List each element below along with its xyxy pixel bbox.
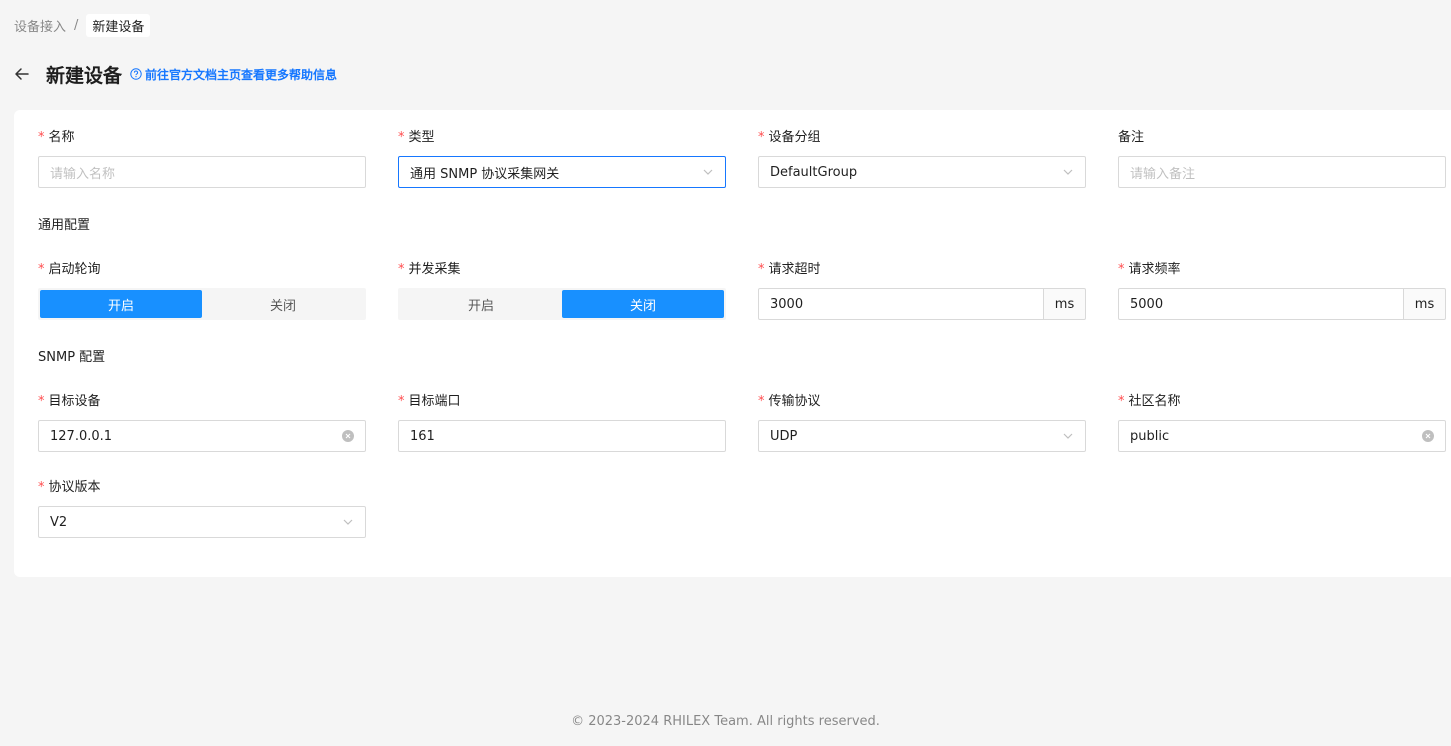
chevron-down-icon	[342, 516, 354, 528]
frequency-input[interactable]: 5000	[1118, 288, 1404, 320]
snmp-config-title: SNMP 配置	[38, 350, 106, 365]
auto-poll-on-option[interactable]: 开启	[40, 290, 202, 318]
parallel-on-option[interactable]: 开启	[400, 290, 562, 318]
clear-icon[interactable]	[342, 430, 354, 442]
help-doc-link[interactable]: 前往官方文档主页查看更多帮助信息	[130, 66, 337, 83]
group-value: DefaultGroup	[770, 164, 858, 180]
community-label: 社区名称	[1128, 394, 1181, 409]
timeout-label: 请求超时	[768, 262, 821, 277]
breadcrumb-parent[interactable]: 设备接入	[14, 16, 66, 35]
community-input[interactable]: public	[1118, 420, 1446, 452]
name-placeholder: 请输入名称	[50, 166, 116, 182]
port-value: 161	[410, 428, 435, 444]
remark-label: 备注	[1118, 130, 1145, 145]
frequency-value: 5000	[1130, 296, 1164, 312]
frequency-label: 请求频率	[1128, 262, 1181, 277]
port-field: * 目标端口 161	[398, 392, 726, 452]
community-value: public	[1130, 428, 1170, 444]
breadcrumb-separator: /	[74, 18, 79, 33]
version-label: 协议版本	[48, 480, 101, 495]
chevron-down-icon	[1062, 430, 1074, 442]
clear-icon[interactable]	[1422, 430, 1434, 442]
transport-label: 传输协议	[768, 394, 821, 409]
community-field: * 社区名称 public	[1118, 392, 1446, 452]
version-select[interactable]: V2	[38, 506, 366, 538]
timeout-unit: ms	[1044, 288, 1086, 320]
remark-input[interactable]: 请输入备注	[1118, 156, 1446, 188]
frequency-unit: ms	[1404, 288, 1446, 320]
group-label: 设备分组	[768, 130, 821, 145]
frequency-field: * 请求频率 5000 ms	[1118, 260, 1446, 320]
port-input[interactable]: 161	[398, 420, 726, 452]
type-select[interactable]: 通用 SNMP 协议采集网关	[398, 156, 726, 188]
timeout-field: * 请求超时 3000 ms	[758, 260, 1086, 320]
version-value: V2	[50, 514, 68, 530]
target-field: * 目标设备 127.0.0.1	[38, 392, 366, 452]
arrow-left-icon[interactable]	[14, 66, 30, 82]
help-link-text: 前往官方文档主页查看更多帮助信息	[145, 67, 338, 82]
chevron-down-icon	[702, 166, 714, 178]
auto-poll-off-option[interactable]: 关闭	[202, 290, 364, 318]
auto-poll-segmented: 开启 关闭	[38, 288, 366, 320]
breadcrumb: 设备接入 / 新建设备	[14, 14, 151, 37]
remark-placeholder: 请输入备注	[1130, 166, 1196, 182]
remark-field: 备注 请输入备注	[1118, 128, 1446, 188]
chevron-down-icon	[1062, 166, 1074, 178]
page-title: 新建设备	[46, 64, 123, 87]
parallel-off-option[interactable]: 关闭	[562, 290, 724, 318]
copyright-icon: ©	[571, 714, 585, 729]
common-config-title: 通用配置	[38, 218, 91, 233]
type-label: 类型	[408, 130, 435, 145]
target-label: 目标设备	[48, 394, 101, 409]
target-input[interactable]: 127.0.0.1	[38, 420, 366, 452]
group-field: * 设备分组 DefaultGroup	[758, 128, 1086, 188]
name-label: 名称	[48, 130, 75, 145]
name-input[interactable]: 请输入名称	[38, 156, 366, 188]
timeout-input[interactable]: 3000	[758, 288, 1044, 320]
name-field: * 名称 请输入名称	[38, 128, 366, 188]
type-field: * 类型 通用 SNMP 协议采集网关	[398, 128, 726, 188]
question-circle-icon	[130, 68, 142, 80]
port-label: 目标端口	[408, 394, 461, 409]
transport-select[interactable]: UDP	[758, 420, 1086, 452]
type-value: 通用 SNMP 协议采集网关	[410, 166, 560, 182]
auto-poll-label: 启动轮询	[48, 262, 101, 277]
parallel-segmented: 开启 关闭	[398, 288, 726, 320]
footer: © 2023-2024 RHILEX Team. All rights rese…	[0, 714, 1451, 729]
parallel-label: 并发采集	[408, 262, 461, 277]
device-form-card: * 名称 请输入名称 * 类型 通用 SNMP 协议采集网关 * 设备分组 Defau…	[14, 110, 1451, 577]
timeout-value: 3000	[770, 296, 804, 312]
transport-value: UDP	[770, 428, 798, 444]
transport-field: * 传输协议 UDP	[758, 392, 1086, 452]
target-value: 127.0.0.1	[50, 428, 113, 444]
version-field: * 协议版本 V2	[38, 478, 366, 538]
breadcrumb-current: 新建设备	[86, 14, 151, 37]
group-select[interactable]: DefaultGroup	[758, 156, 1086, 188]
copyright-text: 2023-2024 RHILEX Team. All rights reserv…	[588, 714, 880, 729]
page-header: 新建设备 前往官方文档主页查看更多帮助信息	[14, 58, 337, 90]
auto-poll-field: * 启动轮询 开启 关闭	[38, 260, 366, 320]
parallel-field: * 并发采集 开启 关闭	[398, 260, 726, 320]
